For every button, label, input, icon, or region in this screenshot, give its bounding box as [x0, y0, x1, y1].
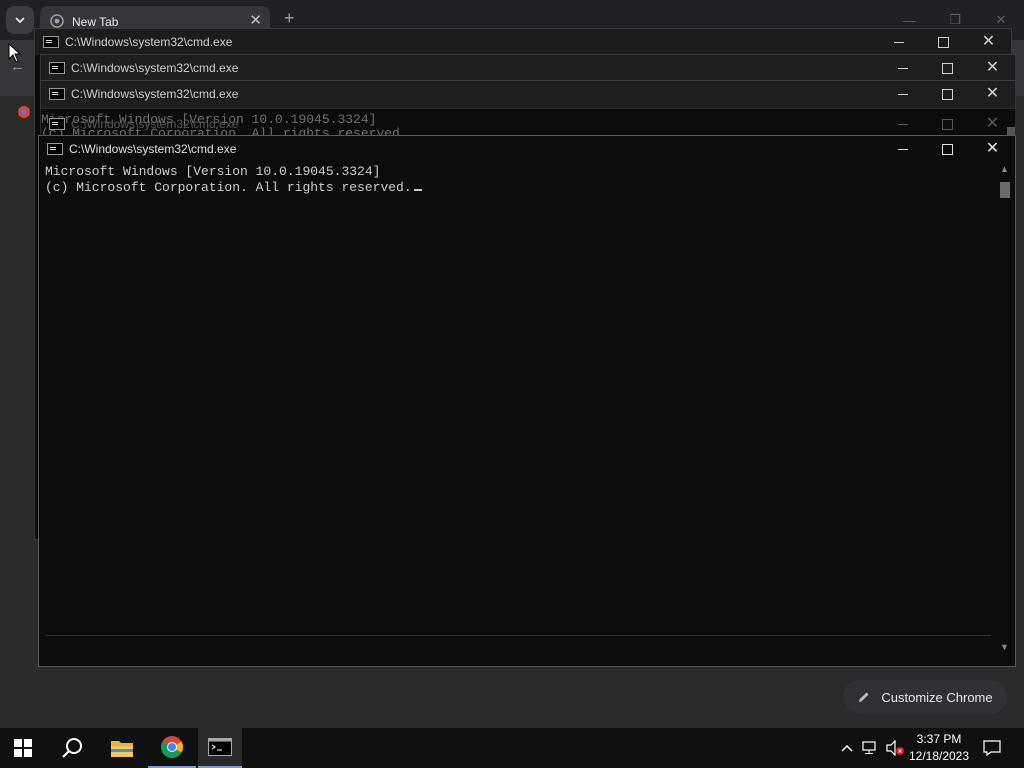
network-icon[interactable] — [861, 728, 881, 768]
notification-icon — [983, 740, 1001, 756]
minimize-icon — [897, 93, 908, 95]
close-icon: ✕ — [985, 59, 1000, 76]
maximize-button[interactable] — [925, 136, 970, 162]
system-tray — [0, 728, 1024, 768]
minimize-icon — [893, 41, 904, 43]
maximize-icon — [942, 62, 953, 74]
clock-date: 12/18/2023 — [908, 749, 970, 763]
close-button[interactable]: ✕ — [970, 55, 1015, 81]
taskbar: 3:37 PM 12/18/2023 — [0, 728, 1024, 768]
clock-time: 3:37 PM — [916, 732, 962, 746]
tab-search-button[interactable] — [6, 6, 34, 34]
mouse-pointer-icon — [8, 43, 22, 63]
text-cursor — [413, 189, 422, 191]
maximize-button[interactable] — [925, 111, 970, 137]
pencil-icon — [859, 692, 869, 702]
cmd-icon — [49, 62, 65, 74]
chevron-down-icon — [15, 17, 25, 24]
maximize-icon — [942, 143, 953, 155]
cmd-icon — [49, 88, 65, 100]
close-icon: ✕ — [985, 85, 1000, 102]
cmd-window-title: C:\Windows\system32\cmd.exe — [69, 142, 237, 156]
maximize-button[interactable] — [925, 81, 970, 107]
close-icon: ✕ — [985, 140, 1000, 157]
cmd-titlebar[interactable]: C:\Windows\system32\cmd.exe ✕ — [41, 81, 1015, 107]
close-button[interactable]: ✕ — [970, 81, 1015, 107]
console-line-1: Microsoft Windows [Version 10.0.19045.33… — [45, 164, 381, 179]
new-tab-button[interactable]: + — [284, 8, 295, 29]
minimize-icon — [897, 148, 908, 150]
cmd-icon — [47, 143, 63, 155]
cmd-window-title: C:\Windows\system32\cmd.exe — [65, 35, 233, 49]
volume-muted-icon[interactable] — [884, 728, 906, 768]
chrome-shortcut-icon[interactable] — [17, 105, 31, 124]
close-button[interactable]: ✕ — [966, 29, 1011, 55]
minimize-button[interactable] — [880, 81, 925, 107]
cmd-titlebar[interactable]: C:\Windows\system32\cmd.exe ✕ — [41, 55, 1015, 81]
scrollbar-thumb[interactable] — [1000, 182, 1010, 198]
taskbar-clock[interactable]: 3:37 PM 12/18/2023 — [904, 728, 974, 768]
minimize-button[interactable] — [876, 29, 921, 55]
show-hidden-icons-button[interactable] — [838, 728, 856, 768]
cmd-window-4[interactable]: Microsoft Windows [Version 10.0.19045.33… — [40, 108, 1016, 143]
maximize-button[interactable] — [921, 29, 966, 55]
cmd-titlebar[interactable]: C:\Windows\system32\cmd.exe ✕ — [41, 111, 1015, 137]
cmd-titlebar[interactable]: C:\Windows\system32\cmd.exe ✕ — [35, 29, 1011, 55]
maximize-icon — [942, 88, 953, 100]
cmd-window-title: C:\Windows\system32\cmd.exe — [71, 61, 239, 75]
minimize-button[interactable] — [880, 136, 925, 162]
chevron-up-icon — [841, 744, 853, 752]
maximize-button[interactable] — [925, 55, 970, 81]
cmd-icon — [43, 36, 59, 48]
cmd-icon — [49, 118, 65, 130]
scroll-up-icon[interactable]: ▲ — [1000, 164, 1009, 174]
minimize-icon — [897, 123, 908, 125]
minimize-icon — [897, 67, 908, 69]
console-line-2: (c) Microsoft Corporation. All rights re… — [45, 180, 995, 196]
action-center-button[interactable] — [976, 728, 1008, 768]
cmd-titlebar[interactable]: C:\Windows\system32\cmd.exe ✕ — [39, 136, 1015, 162]
minimize-button[interactable] — [880, 55, 925, 81]
close-button[interactable]: ✕ — [970, 136, 1015, 162]
console-frame — [45, 631, 991, 636]
cmd-window-title: C:\Windows\system32\cmd.exe — [71, 117, 239, 131]
customize-chrome-label: Customize Chrome — [881, 689, 993, 705]
scroll-down-icon[interactable]: ▼ — [1000, 642, 1009, 652]
vertical-scrollbar[interactable]: ▲ ▼ — [997, 164, 1013, 652]
console-output[interactable]: Microsoft Windows [Version 10.0.19045.33… — [45, 164, 995, 636]
console-line-2-text: (c) Microsoft Corporation. All rights re… — [45, 180, 412, 195]
cmd-window-title: C:\Windows\system32\cmd.exe — [71, 87, 239, 101]
tab-title: New Tab — [72, 15, 119, 29]
maximize-icon — [942, 118, 953, 130]
close-icon: ✕ — [981, 33, 996, 50]
cmd-window-active[interactable]: C:\Windows\system32\cmd.exe ✕ Microsoft … — [38, 135, 1016, 667]
close-icon: ✕ — [985, 115, 1000, 132]
minimize-button[interactable] — [880, 111, 925, 137]
tab-close-icon[interactable]: ✕ — [249, 11, 262, 29]
customize-chrome-button[interactable]: Customize Chrome — [843, 680, 1007, 714]
maximize-icon — [938, 36, 949, 48]
